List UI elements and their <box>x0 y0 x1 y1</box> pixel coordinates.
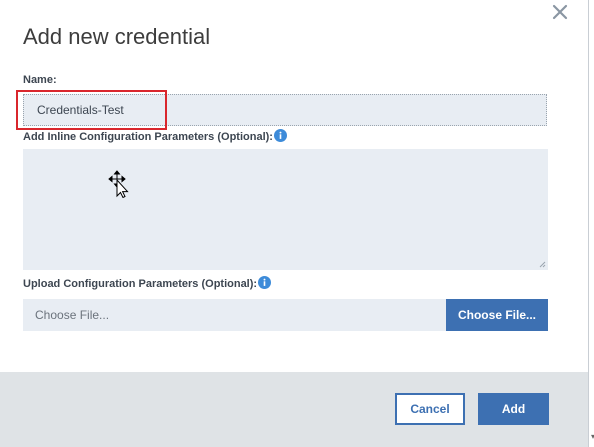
cancel-button[interactable]: Cancel <box>395 393 465 425</box>
file-name-display[interactable]: Choose File... <box>23 299 446 331</box>
info-icon[interactable] <box>273 129 287 145</box>
name-input[interactable] <box>23 94 547 126</box>
choose-file-button[interactable]: Choose File... <box>446 299 548 331</box>
close-button[interactable] <box>548 0 572 24</box>
add-credential-dialog: Add new credential Name: Add Inline Conf… <box>0 0 594 447</box>
dialog-right-border <box>588 0 589 447</box>
upload-params-label: Upload Configuration Parameters (Optiona… <box>23 278 258 290</box>
add-button[interactable]: Add <box>478 393 549 425</box>
name-label: Name: <box>23 74 57 86</box>
upload-params-label-row: Upload Configuration Parameters (Optiona… <box>23 276 272 292</box>
resize-grip-icon[interactable] <box>538 260 546 268</box>
close-icon <box>552 4 568 20</box>
dialog-title: Add new credential <box>23 24 211 49</box>
inline-params-label-row: Add Inline Configuration Parameters (Opt… <box>23 129 287 145</box>
inline-params-label: Add Inline Configuration Parameters (Opt… <box>23 131 273 143</box>
info-icon[interactable] <box>258 276 272 292</box>
inline-params-textarea[interactable] <box>23 149 548 270</box>
